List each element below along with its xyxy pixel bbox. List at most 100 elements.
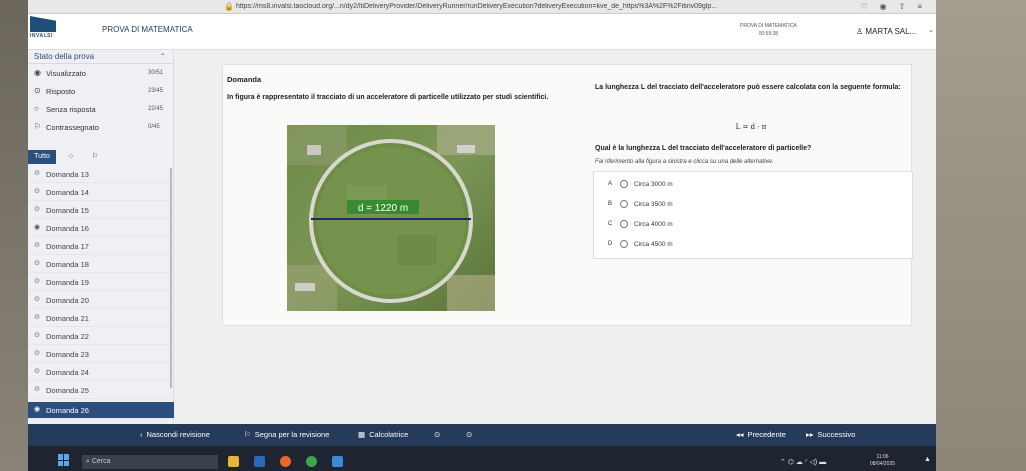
flag-icon: ⚐ <box>244 430 251 439</box>
formula-intro: La lunghezza L del tracciato dell'accele… <box>595 84 901 91</box>
next-button[interactable]: ▸▸ Successivo <box>806 430 855 439</box>
question-item[interactable]: ⊙ Domanda 14 <box>28 184 174 201</box>
chrome-icon[interactable] <box>306 456 317 467</box>
user-name: MARTA SAL... <box>865 27 917 36</box>
answered-icon: ⊙ <box>34 350 40 357</box>
menu-icon[interactable]: ≡ <box>917 2 934 11</box>
flag-review-button[interactable]: ⚐ Segna per la revisione <box>244 430 329 439</box>
tool-button-1[interactable]: ⊙ <box>434 430 440 439</box>
question-item[interactable]: ⊙ Domanda 18 <box>28 256 174 273</box>
app-header: INVALSI PROVA DI MATEMATICA PROVA DI MAT… <box>28 14 936 50</box>
chevron-up-icon[interactable]: ⌃ <box>159 52 166 61</box>
timer-box: PROVA DI MATEMATICA 00:59:38 <box>740 22 797 38</box>
filter-tabs: Tutto ○ ⚐ <box>28 150 174 164</box>
answered-icon: ⊙ <box>34 386 40 393</box>
rewind-icon: ◂◂ <box>736 430 744 439</box>
background-left <box>0 0 28 471</box>
user-menu[interactable]: ♙ MARTA SAL... <box>856 27 916 36</box>
test-label: PROVA DI MATEMATICA <box>740 23 797 29</box>
answered-icon: ⊙ <box>34 296 40 303</box>
wifi-icon: ◜ <box>804 459 808 466</box>
question-item[interactable]: ⊙ Domanda 17 <box>28 238 174 255</box>
circle-icon: ⊙ <box>434 430 441 439</box>
network-icon: ⌬ <box>787 459 794 466</box>
taskbar-clock[interactable]: 11:06 08/04/2025 <box>870 454 895 468</box>
firefox-icon[interactable] <box>280 456 291 467</box>
notification-icon[interactable]: ▲ <box>924 456 931 463</box>
screen: 🔒 https://ms8.invalsi.taocloud.org/...n/… <box>28 0 936 471</box>
calculator-icon: ▦ <box>358 430 366 439</box>
store-icon[interactable] <box>254 456 265 467</box>
target-icon: ⊙ <box>466 430 473 439</box>
radio-button[interactable] <box>620 220 628 228</box>
choice-group: A Circa 3000 m B Circa 3500 m C Circa 40… <box>593 171 913 259</box>
pocket-icon[interactable]: ♡ <box>860 2 879 11</box>
sidebar-title[interactable]: Stato della prova ⌃ <box>28 52 174 64</box>
app-title: PROVA DI MATEMATICA <box>102 25 193 34</box>
cloud-icon: ☁ <box>795 459 803 466</box>
volume-icon: ◁) <box>809 459 818 466</box>
filter-all[interactable]: Tutto <box>28 150 56 164</box>
viewed-icon: ◉ <box>34 406 41 413</box>
extensions-icon[interactable]: ⇧ <box>899 2 918 11</box>
choice-d[interactable]: D Circa 4500 m <box>594 236 914 254</box>
question-item[interactable]: ◉ Domanda 16 <box>28 220 174 237</box>
answered-icon: ⊙ <box>34 278 40 285</box>
chevron-left-icon: ‹ <box>140 430 143 439</box>
previous-button[interactable]: ◂◂ Precedente <box>736 430 786 439</box>
app-icon[interactable] <box>332 456 343 467</box>
question-item[interactable]: ⊙ Domanda 22 <box>28 328 174 345</box>
answered-icon: ⊙ <box>34 314 40 321</box>
lock-icon: 🔒 <box>224 2 234 11</box>
answered-icon: ⊙ <box>34 170 40 177</box>
question-list: ⊙ Domanda 13 ⊙ Domanda 14 ⊙ Domanda 15 ◉ Dom… <box>28 166 174 424</box>
question-item[interactable]: ⊙ Domanda 24 <box>28 364 174 381</box>
question-item[interactable]: ⊙ Domanda 21 <box>28 310 174 327</box>
address-bar[interactable]: https://ms8.invalsi.taocloud.org/...n/dy… <box>236 3 796 10</box>
stat-unanswered: ○ Senza risposta 22/45 <box>34 104 164 114</box>
tool-button-2[interactable]: ⊙ <box>466 430 472 439</box>
question-item[interactable]: ⊙ Domanda 20 <box>28 292 174 309</box>
fast-forward-icon: ▸▸ <box>806 430 814 439</box>
system-tray[interactable]: ⌃ ⌬ ☁ ◜ ◁) ▬ <box>780 458 826 466</box>
answered-icon: ⊙ <box>34 188 40 195</box>
stat-viewed: ◉ Visualizzato 30/51 <box>34 68 164 78</box>
viewed-icon: ◉ <box>34 224 41 231</box>
choice-b[interactable]: B Circa 3500 m <box>594 196 914 214</box>
stat-answered: ⊙ Risposto 23/45 <box>34 86 164 96</box>
sidebar: Stato della prova ⌃ ◉ Visualizzato 30/51… <box>28 50 174 424</box>
account-icon[interactable]: ◉ <box>880 2 899 11</box>
question-item[interactable]: ⊙ Domanda 23 <box>28 346 174 363</box>
question-item-current[interactable]: ◉ Domanda 26 <box>28 402 174 419</box>
filter-flagged-icon[interactable]: ⚐ <box>86 150 104 164</box>
question-item[interactable]: ⊙ Domanda 13 <box>28 166 174 183</box>
radio-button[interactable] <box>620 240 628 248</box>
question-item[interactable]: ⊙ Domanda 15 <box>28 202 174 219</box>
radio-button[interactable] <box>620 180 628 188</box>
chevron-down-icon[interactable]: ⌄ <box>928 26 934 34</box>
hide-review-button[interactable]: ‹ Nascondi revisione <box>140 430 210 439</box>
windows-taskbar: ⌕ Cerca ⌃ ⌬ ☁ ◜ ◁) ▬ 11:06 08/04/2025 ▲ <box>28 446 936 471</box>
answered-icon: ⊙ <box>34 206 40 213</box>
taskbar-search[interactable]: ⌕ Cerca <box>82 455 218 469</box>
question-heading: Domanda <box>227 75 262 84</box>
choice-a[interactable]: A Circa 3000 m <box>594 176 914 194</box>
question-item[interactable]: ⊙ Domanda 25 <box>28 382 174 399</box>
answered-icon: ⊙ <box>34 368 40 375</box>
question-prompt: Qual è la lunghezza L del tracciato dell… <box>595 145 812 152</box>
question-text: In figura è rappresentato il tracciato d… <box>227 94 549 101</box>
filter-unanswered-icon[interactable]: ○ <box>62 150 80 164</box>
choice-c[interactable]: C Circa 4000 m <box>594 216 914 234</box>
windows-start-icon[interactable] <box>58 454 70 466</box>
question-item[interactable]: ⊙ Domanda 19 <box>28 274 174 291</box>
browser-toolbar: 🔒 https://ms8.invalsi.taocloud.org/...n/… <box>28 0 936 14</box>
aerial-photo: d = 1220 m <box>287 125 495 311</box>
main-content: Domanda In figura è rappresentato il tra… <box>174 50 936 424</box>
instruction-hint: Fai riferimento alla figura a sinistra e… <box>595 159 774 165</box>
question-panel: Domanda In figura è rappresentato il tra… <box>222 64 913 326</box>
calculator-button[interactable]: ▦ Calcolatrice <box>358 430 408 439</box>
sidebar-scrollbar[interactable] <box>170 168 172 388</box>
invalsi-logo: INVALSI <box>30 16 60 40</box>
radio-button[interactable] <box>620 200 628 208</box>
file-explorer-icon[interactable] <box>228 456 239 467</box>
